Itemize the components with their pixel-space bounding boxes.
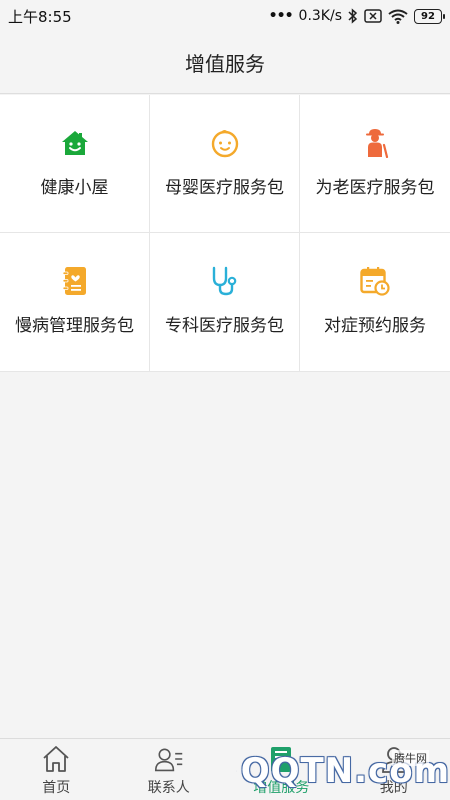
service-appointment[interactable]: 对症预约服务 bbox=[300, 233, 450, 372]
nav-home[interactable]: 首页 bbox=[0, 739, 113, 800]
home-icon bbox=[41, 745, 71, 773]
service-chronic-disease[interactable]: 慢病管理服务包 bbox=[0, 233, 150, 372]
wifi-icon bbox=[388, 9, 408, 24]
service-label: 专科医疗服务包 bbox=[165, 316, 284, 336]
notebook-heart-icon bbox=[59, 265, 91, 297]
watermark-logo-icon bbox=[236, 770, 237, 772]
green-house-smile-icon bbox=[59, 127, 91, 159]
network-speed: 0.3K/s bbox=[298, 8, 342, 24]
service-label: 为老医疗服务包 bbox=[315, 178, 435, 198]
status-indicators: ••• 0.3K/s 92 bbox=[268, 8, 445, 24]
watermark-small-text: 腾牛网 bbox=[392, 750, 429, 766]
service-specialist[interactable]: 专科医疗服务包 bbox=[150, 233, 300, 372]
baby-face-icon bbox=[209, 127, 241, 159]
contacts-icon bbox=[154, 745, 184, 773]
service-elderly[interactable]: 为老医疗服务包 bbox=[300, 95, 450, 233]
nav-contacts[interactable]: 联系人 bbox=[113, 739, 226, 800]
status-time: 上午8:55 bbox=[8, 7, 72, 26]
service-grid: 健康小屋 母婴医疗服务包 为老医疗服务包 慢病管理服务包 专科医疗服务包 对症预… bbox=[0, 95, 450, 372]
service-label: 对症预约服务 bbox=[324, 316, 426, 336]
page-title: 增值服务 bbox=[185, 52, 265, 76]
page-header: 增值服务 bbox=[0, 32, 450, 94]
service-label: 母婴医疗服务包 bbox=[165, 178, 284, 198]
nav-label: 首页 bbox=[42, 780, 71, 796]
bluetooth-icon bbox=[348, 8, 358, 24]
elderly-person-icon bbox=[359, 127, 391, 159]
service-label: 健康小屋 bbox=[40, 178, 109, 198]
status-bar: 上午8:55 ••• 0.3K/s 92 bbox=[0, 0, 450, 32]
service-maternal-infant[interactable]: 母婴医疗服务包 bbox=[150, 95, 300, 233]
service-health-hut[interactable]: 健康小屋 bbox=[0, 95, 150, 233]
calendar-clock-icon bbox=[359, 265, 391, 297]
sim-off-icon bbox=[364, 9, 382, 23]
service-label: 慢病管理服务包 bbox=[15, 316, 134, 336]
more-dots: ••• bbox=[268, 8, 294, 24]
stethoscope-icon bbox=[209, 265, 241, 297]
battery-icon: 92 bbox=[414, 8, 445, 24]
watermark: QQTN.com 腾牛网 bbox=[236, 742, 450, 800]
nav-label: 联系人 bbox=[147, 780, 190, 796]
